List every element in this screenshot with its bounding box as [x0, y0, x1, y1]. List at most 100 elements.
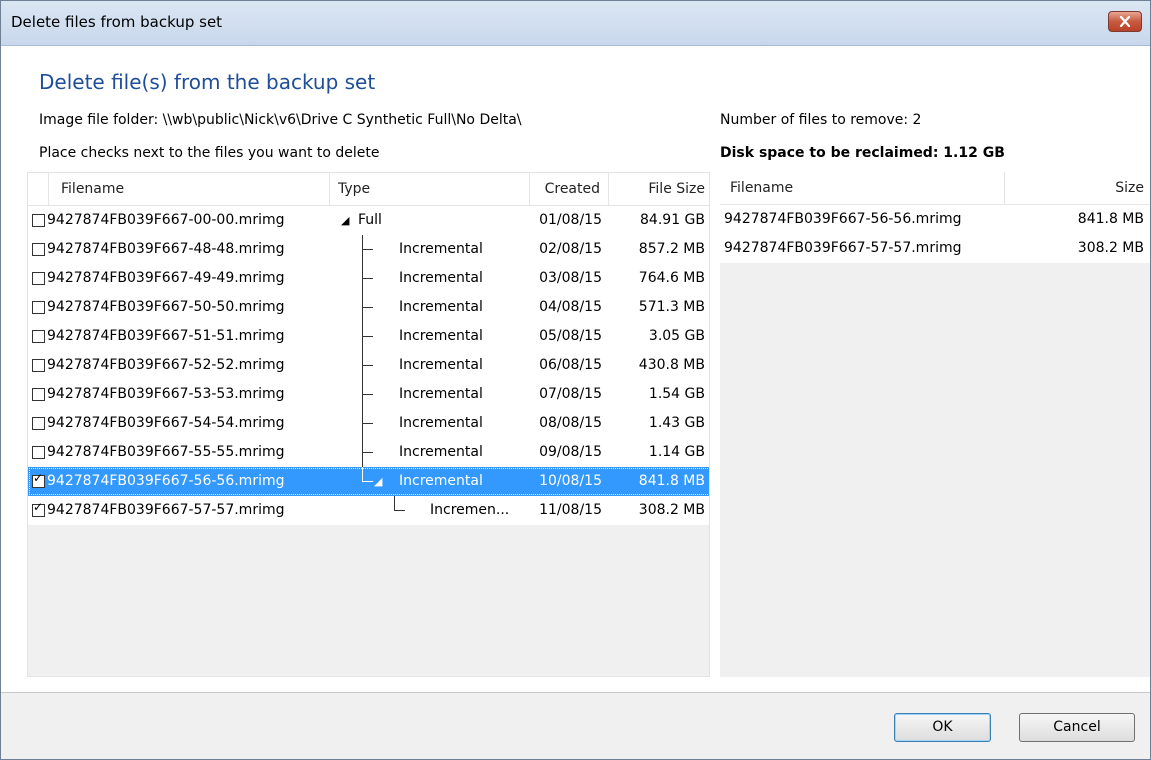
tree-connector	[362, 438, 373, 453]
table-row[interactable]: 9427874FB039F667-57-57.mrimg Incremen... 1…	[28, 496, 709, 525]
tree-connector	[362, 249, 363, 264]
dialog-heading: Delete file(s) from the backup set	[39, 70, 376, 94]
row-checkbox[interactable]	[32, 446, 45, 459]
close-button[interactable]	[1108, 11, 1142, 32]
table-row[interactable]: 9427874FB039F667-55-55.mrimg Incremental 0…	[28, 438, 709, 467]
dialog-body: Delete file(s) from the backup set Image…	[1, 46, 1150, 759]
list-item[interactable]: 9427874FB039F667-57-57.mrimg 308.2 MB	[720, 234, 1150, 263]
row-created: 01/08/15	[539, 212, 602, 228]
row-created: 09/08/15	[539, 444, 602, 460]
right-row-filename: 9427874FB039F667-56-56.mrimg	[724, 211, 962, 227]
row-checkbox[interactable]	[32, 330, 45, 343]
row-file-size: 430.8 MB	[638, 357, 705, 373]
dialog-window: Delete files from backup set Delete file…	[0, 0, 1151, 760]
table-row[interactable]: 9427874FB039F667-49-49.mrimg Incremental 0…	[28, 264, 709, 293]
row-checkbox[interactable]	[32, 388, 45, 401]
tree-connector	[362, 452, 363, 467]
row-type: Incremental	[399, 415, 483, 431]
row-filename: 9427874FB039F667-53-53.mrimg	[47, 386, 285, 402]
row-checkbox[interactable]	[32, 214, 45, 227]
row-file-size: 857.2 MB	[638, 241, 705, 257]
row-filename: 9427874FB039F667-54-54.mrimg	[47, 415, 285, 431]
right-row-filename: 9427874FB039F667-57-57.mrimg	[724, 240, 962, 256]
row-filename: 9427874FB039F667-55-55.mrimg	[47, 444, 285, 460]
row-filename: 9427874FB039F667-49-49.mrimg	[47, 270, 285, 286]
right-header-filename[interactable]: Filename	[720, 172, 1005, 204]
ok-button[interactable]: OK	[894, 713, 991, 742]
right-row-size: 841.8 MB	[1077, 211, 1144, 227]
close-icon	[1119, 16, 1131, 27]
row-checkbox[interactable]	[32, 500, 45, 517]
row-type: Incremental	[399, 386, 483, 402]
table-row[interactable]: 9427874FB039F667-00-00.mrimg ◢ Full 01/08/1…	[28, 206, 709, 235]
expand-triangle-icon[interactable]: ◢	[374, 475, 382, 488]
right-header-size[interactable]: Size	[1005, 172, 1150, 204]
header-created[interactable]: Created	[530, 173, 609, 205]
row-created: 02/08/15	[539, 241, 602, 257]
tree-connector	[362, 278, 363, 293]
tree-connector	[362, 264, 373, 279]
row-checkbox[interactable]	[32, 417, 45, 430]
row-created: 03/08/15	[539, 270, 602, 286]
row-created: 10/08/15	[539, 473, 602, 489]
row-type: Incremental	[399, 270, 483, 286]
row-type: Incremental	[399, 357, 483, 373]
row-checkbox[interactable]	[32, 359, 45, 372]
tree-connector	[362, 394, 363, 409]
expand-triangle-icon[interactable]: ◢	[341, 214, 349, 227]
header-filename[interactable]: Filename	[49, 173, 330, 205]
row-created: 05/08/15	[539, 328, 602, 344]
row-checkbox[interactable]	[32, 301, 45, 314]
row-filename: 9427874FB039F667-48-48.mrimg	[47, 241, 285, 257]
tree-connector	[362, 423, 363, 438]
row-file-size: 84.91 GB	[640, 212, 705, 228]
table-row[interactable]: 9427874FB039F667-51-51.mrimg Incremental 0…	[28, 322, 709, 351]
row-type: Incremental	[399, 241, 483, 257]
table-row[interactable]: 9427874FB039F667-54-54.mrimg Incremental 0…	[28, 409, 709, 438]
table-row[interactable]: 9427874FB039F667-56-56.mrimg ◢ Incremental…	[28, 467, 709, 496]
header-file-size[interactable]: File Size	[609, 173, 709, 205]
row-type: Full	[358, 212, 382, 228]
files-to-remove-label: Number of files to remove: 2	[720, 112, 922, 128]
row-created: 11/08/15	[539, 502, 602, 518]
row-type: Incremen...	[430, 502, 510, 518]
table-row[interactable]: 9427874FB039F667-48-48.mrimg Incremental 0…	[28, 235, 709, 264]
row-file-size: 1.14 GB	[648, 444, 705, 460]
table-row[interactable]: 9427874FB039F667-52-52.mrimg Incremental 0…	[28, 351, 709, 380]
tree-connector	[362, 351, 373, 366]
cancel-button[interactable]: Cancel	[1019, 713, 1135, 742]
row-filename: 9427874FB039F667-50-50.mrimg	[47, 299, 285, 315]
row-created: 04/08/15	[539, 299, 602, 315]
list-item[interactable]: 9427874FB039F667-56-56.mrimg 841.8 MB	[720, 205, 1150, 234]
header-spacer	[28, 173, 49, 205]
row-filename: 9427874FB039F667-56-56.mrimg	[47, 473, 285, 489]
row-checkbox[interactable]	[32, 471, 45, 488]
row-checkbox[interactable]	[32, 243, 45, 256]
tree-connector	[362, 235, 373, 250]
row-file-size: 841.8 MB	[638, 473, 705, 489]
row-file-size: 571.3 MB	[638, 299, 705, 315]
row-type: Incremental	[399, 444, 483, 460]
instructions-label: Place checks next to the files you want …	[39, 145, 380, 161]
backup-files-list[interactable]: Filename Type Created File Size 9427874F…	[27, 172, 710, 677]
image-folder-label: Image file folder: \\wb\public\Nick\v6\D…	[39, 112, 522, 128]
title-bar: Delete files from backup set	[1, 1, 1150, 46]
tree-connector	[362, 307, 363, 322]
header-type[interactable]: Type	[330, 173, 530, 205]
table-row[interactable]: 9427874FB039F667-50-50.mrimg Incremental 0…	[28, 293, 709, 322]
window-title: Delete files from backup set	[11, 13, 223, 31]
row-file-size: 764.6 MB	[638, 270, 705, 286]
files-to-remove-list[interactable]: Filename Size 9427874FB039F667-56-56.mri…	[720, 172, 1150, 677]
list-header: Filename Type Created File Size	[28, 173, 709, 206]
button-bar: OK Cancel	[1, 693, 1150, 759]
right-row-size: 308.2 MB	[1077, 240, 1144, 256]
row-created: 07/08/15	[539, 386, 602, 402]
tree-connector	[362, 409, 373, 424]
row-type: Incremental	[399, 473, 483, 489]
tree-connector	[362, 365, 363, 380]
disk-space-label: Disk space to be reclaimed: 1.12 GB	[720, 145, 1005, 161]
tree-connector	[362, 322, 373, 337]
row-checkbox[interactable]	[32, 272, 45, 285]
table-row[interactable]: 9427874FB039F667-53-53.mrimg Incremental 0…	[28, 380, 709, 409]
row-filename: 9427874FB039F667-51-51.mrimg	[47, 328, 285, 344]
